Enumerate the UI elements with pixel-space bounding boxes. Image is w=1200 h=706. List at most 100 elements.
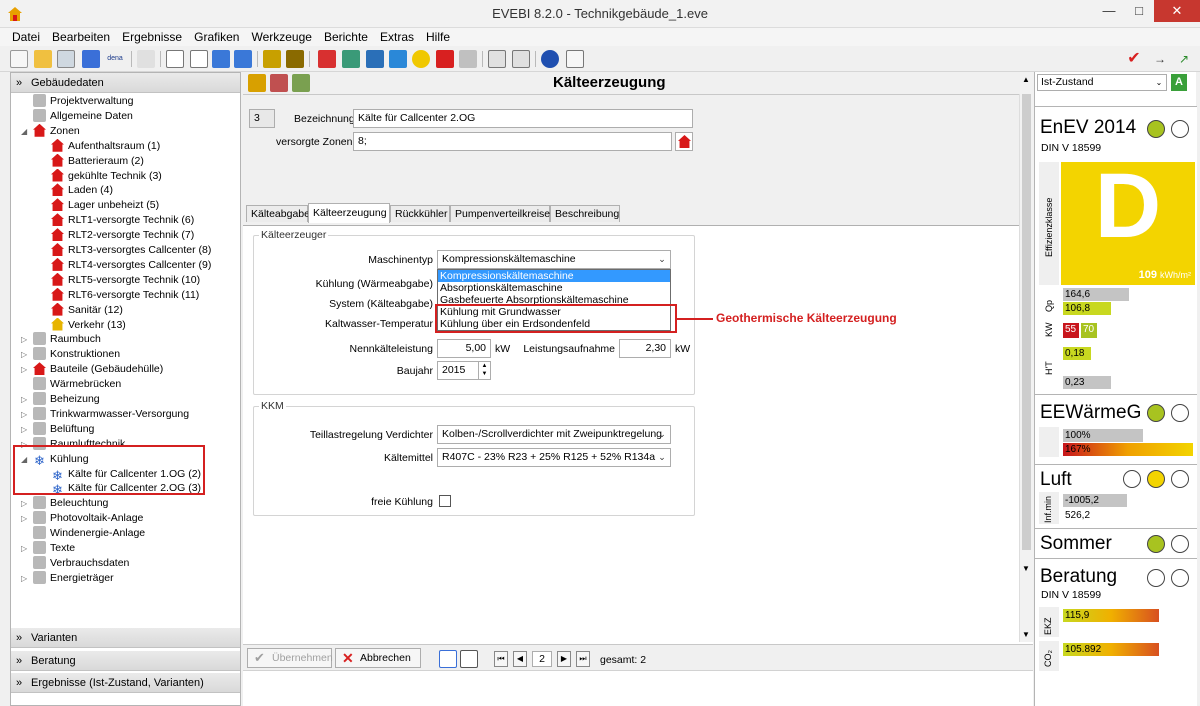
side-scrollbar[interactable]: ▲ ▼ [1020, 72, 1034, 578]
form-view-icon[interactable] [439, 650, 457, 668]
menu-grafiken[interactable]: Grafiken [188, 28, 245, 44]
calculator-icon[interactable] [512, 50, 530, 68]
tree-item[interactable]: Sanitär (12) [51, 302, 123, 318]
option-absorption[interactable]: Absorptionskältemaschine [438, 282, 670, 294]
uebernehmen-button[interactable]: ✔ Übernehmen [247, 648, 333, 668]
scroll-thumb[interactable] [1022, 94, 1031, 550]
tree-item[interactable]: Zonen [33, 123, 80, 139]
baujahr-input[interactable]: 2015 ▲ ▼ [437, 361, 491, 380]
menu-hilfe[interactable]: Hilfe [420, 28, 456, 44]
sun-icon[interactable] [412, 50, 430, 68]
tree-item[interactable]: Projektverwaltung [33, 94, 133, 109]
tree-item[interactable]: RLT2-versorgte Technik (7) [51, 228, 194, 243]
tree-expand-icon[interactable]: ▷ [21, 350, 27, 359]
last-record-icon[interactable]: ⏭ [576, 651, 590, 667]
tree-item[interactable]: Beleuchtung [33, 496, 108, 511]
pen-icon[interactable] [137, 50, 155, 68]
tree-item[interactable]: RLT6-versorgte Technik (11) [51, 287, 199, 303]
tree-item[interactable]: Texte [33, 541, 75, 556]
menu-berichte[interactable]: Berichte [318, 28, 374, 44]
scroll-down-icon[interactable]: ▼ [1022, 564, 1030, 573]
menu-werkzeuge[interactable]: Werkzeuge [245, 28, 317, 44]
scroll-down-icon[interactable]: ▼ [1022, 630, 1030, 639]
record-page-input[interactable]: 2 [532, 651, 552, 667]
fan-icon[interactable] [389, 50, 407, 68]
redo-icon[interactable] [82, 50, 100, 68]
zonen-input[interactable]: 8; [353, 132, 672, 151]
grid-icon[interactable] [342, 50, 360, 68]
maximize-button[interactable]: □ [1124, 0, 1154, 22]
tree-item[interactable]: Energieträger [33, 570, 114, 586]
report-icon[interactable] [166, 50, 184, 68]
tree-item[interactable]: Bauteile (Gebäudehülle) [33, 362, 163, 377]
tree-expand-icon[interactable]: ▷ [21, 335, 27, 344]
tree-item[interactable]: Lager unbeheizt (5) [51, 198, 159, 213]
teillast-select[interactable]: Kolben-/Scrollverdichter mit Zweipunktre… [437, 425, 671, 444]
list-icon[interactable] [190, 50, 208, 68]
house-gray-icon[interactable] [459, 50, 477, 68]
export-icon[interactable] [212, 50, 230, 68]
tree-item[interactable]: RLT4-versorgtes Callcenter (9) [51, 257, 211, 273]
tree-icon[interactable] [263, 50, 281, 68]
freie-kuehlung-checkbox[interactable] [439, 495, 451, 507]
next-record-icon[interactable]: ▶ [557, 651, 571, 667]
close-button[interactable]: ✕ [1154, 0, 1200, 22]
prev-record-icon[interactable]: ◀ [513, 651, 527, 667]
tab-beschreibung[interactable]: Beschreibung [550, 205, 620, 222]
tree-collapse-icon[interactable]: ◢ [21, 127, 27, 136]
tree-item[interactable]: Verbrauchsdaten [33, 555, 129, 571]
tree-item[interactable]: RLT1-versorgte Technik (6) [51, 213, 194, 228]
tree-expand-icon[interactable]: ▷ [21, 395, 27, 404]
menu-ergebnisse[interactable]: Ergebnisse [116, 28, 188, 44]
tree-expand-icon[interactable]: ▷ [21, 425, 27, 434]
tree-expand-icon[interactable]: ▷ [21, 499, 27, 508]
bezeichnung-input[interactable]: Kälte für Callcenter 2.OG [353, 109, 693, 128]
nennkaelteleistung-input[interactable]: 5,00 [437, 339, 491, 358]
tree-item[interactable]: Laden (4) [51, 183, 113, 198]
section-ergebnisse[interactable]: » Ergebnisse (Ist-Zustand, Varianten) [11, 673, 240, 693]
kaeltemittel-select[interactable]: R407C - 23% R23 + 25% R125 + 52% R134a ⌄ [437, 448, 671, 467]
spinner-icon[interactable]: ▲ ▼ [478, 362, 490, 379]
tree-expand-icon[interactable]: ▷ [21, 365, 27, 374]
zoom-icon[interactable] [366, 50, 384, 68]
tree-expand-icon[interactable]: ▷ [21, 574, 27, 583]
help-icon[interactable] [541, 50, 559, 68]
tree-item[interactable]: Raumbuch [33, 332, 101, 347]
section-beratung[interactable]: » Beratung [11, 651, 240, 671]
lightning-icon[interactable] [436, 50, 454, 68]
import-icon[interactable] [234, 50, 252, 68]
new-file-icon[interactable] [10, 50, 28, 68]
select-zones-button[interactable] [675, 132, 693, 151]
tree-item[interactable]: Photovoltaik-Anlage [33, 511, 143, 526]
maschinentyp-select[interactable]: Kompressionskältemaschine ⌄ [437, 250, 671, 269]
section-varianten[interactable]: » Varianten [11, 628, 240, 648]
tab-pumpenverteilkreise[interactable]: Pumpenverteilkreise [450, 205, 550, 222]
tree-item[interactable]: Wärmebrücken [33, 377, 121, 392]
abbrechen-button[interactable]: ✕ Abbrechen [335, 648, 421, 668]
hierarchy-icon[interactable] [286, 50, 304, 68]
tree-item[interactable]: Beheizung [33, 392, 100, 407]
menu-bearbeiten[interactable]: Bearbeiten [46, 28, 116, 44]
menu-datei[interactable]: Datei [0, 28, 46, 44]
table-view-icon[interactable] [460, 650, 478, 668]
tree-item[interactable]: Belüftung [33, 421, 94, 437]
open-folder-icon[interactable] [34, 50, 52, 68]
tree-item[interactable]: Verkehr (13) [51, 317, 126, 333]
option-kompression[interactable]: Kompressionskältemaschine [438, 270, 670, 282]
a-icon[interactable]: A [1171, 74, 1187, 91]
tree-item[interactable]: gekühlte Technik (3) [51, 168, 162, 184]
tree-item[interactable]: Allgemeine Daten [33, 108, 133, 124]
building-icon[interactable] [318, 50, 336, 68]
tree-item[interactable]: Trinkwarmwasser-Versorgung [33, 406, 189, 422]
scroll-up-icon[interactable]: ▲ [1022, 75, 1030, 84]
leistungsaufnahme-input[interactable]: 2,30 [619, 339, 671, 358]
remove-node-icon[interactable] [270, 74, 288, 92]
tree-expand-icon[interactable]: ▷ [21, 544, 27, 553]
dena-icon[interactable]: dena [104, 50, 126, 68]
first-record-icon[interactable]: ⏮ [494, 651, 508, 667]
notes-icon[interactable] [488, 50, 506, 68]
tree-expand-icon[interactable]: ▷ [21, 410, 27, 419]
tab-rueckkuehler[interactable]: Rückkühler [390, 205, 450, 222]
tree-item[interactable]: RLT5-versorgte Technik (10) [51, 272, 200, 288]
tree-item[interactable]: Batterieraum (2) [51, 153, 144, 169]
